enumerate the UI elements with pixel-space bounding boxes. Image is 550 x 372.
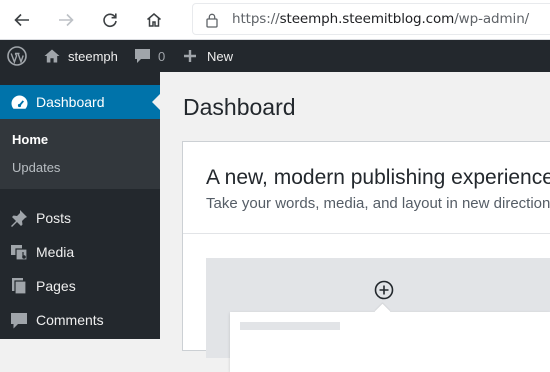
- new-label: New: [207, 48, 234, 64]
- admin-sidebar: Dashboard Home Updates Posts Media Pages…: [0, 72, 160, 339]
- editor-preview-illustration: [206, 258, 550, 372]
- comments-icon: [9, 310, 29, 330]
- comments-menu[interactable]: 0: [134, 40, 165, 72]
- new-content-menu[interactable]: New: [183, 40, 233, 72]
- home-icon: [147, 13, 161, 27]
- home-button[interactable]: [140, 6, 168, 34]
- lock-icon: [206, 13, 218, 28]
- dashboard-gauge-icon: [9, 92, 29, 112]
- sidebar-item-label: Posts: [36, 210, 72, 226]
- panel-subheading: Take your words, media, and layout in ne…: [206, 195, 550, 212]
- url-text: https://steemph.steemitblog.com/wp-admin…: [232, 11, 529, 27]
- add-block-icon: [374, 280, 394, 300]
- sidebar-item-label: Dashboard: [36, 94, 105, 110]
- comments-count: 0: [158, 48, 166, 64]
- url-path: /wp-admin/: [454, 11, 530, 27]
- page-title: Dashboard: [183, 94, 296, 120]
- reload-icon: [103, 13, 117, 28]
- sidebar-item-comments[interactable]: Comments: [0, 303, 160, 337]
- placeholder-line: [240, 322, 340, 330]
- divider: [183, 233, 550, 234]
- sidebar-item-label: Pages: [36, 278, 76, 294]
- address-bar[interactable]: https://steemph.steemitblog.com/wp-admin…: [192, 3, 550, 35]
- submenu-item-updates[interactable]: Updates: [12, 160, 60, 175]
- dashboard-submenu: Home Updates: [0, 119, 160, 189]
- forward-button[interactable]: [52, 6, 80, 34]
- panel-heading: A new, modern publishing experience: [206, 166, 550, 189]
- sidebar-item-dashboard[interactable]: Dashboard: [0, 85, 160, 119]
- reload-button[interactable]: [96, 6, 124, 34]
- url-host: steemph.steemitblog.com: [279, 11, 455, 27]
- arrow-right-icon: [59, 13, 74, 27]
- sidebar-item-label: Media: [36, 244, 75, 260]
- arrow-left-icon: [14, 13, 29, 27]
- wordpress-logo-icon: [7, 46, 27, 66]
- wp-admin-bar: steemph 0 New: [0, 40, 550, 72]
- sidebar-item-media[interactable]: Media: [0, 235, 160, 269]
- browser-toolbar: https://steemph.steemitblog.com/wp-admin…: [0, 0, 550, 40]
- url-prefix: https://: [232, 11, 280, 27]
- submenu-item-home[interactable]: Home: [12, 132, 48, 147]
- pushpin-icon: [9, 208, 29, 228]
- home-icon: [44, 49, 60, 63]
- pages-icon: [9, 276, 29, 296]
- main-content: Dashboard A new, modern publishing exper…: [160, 72, 550, 372]
- sidebar-item-label: Comments: [36, 312, 104, 328]
- wp-logo-button[interactable]: [7, 40, 27, 72]
- comment-bubble-icon: [135, 49, 150, 63]
- back-button[interactable]: [8, 6, 36, 34]
- site-name-label: steemph: [68, 48, 118, 64]
- site-name-menu[interactable]: steemph: [43, 40, 118, 72]
- welcome-panel: A new, modern publishing experience Take…: [182, 141, 550, 372]
- block-inserter-popover: [230, 312, 550, 372]
- plus-icon: [184, 50, 196, 62]
- sidebar-item-pages[interactable]: Pages: [0, 269, 160, 303]
- media-icon: [9, 242, 29, 262]
- sidebar-item-posts[interactable]: Posts: [0, 201, 160, 235]
